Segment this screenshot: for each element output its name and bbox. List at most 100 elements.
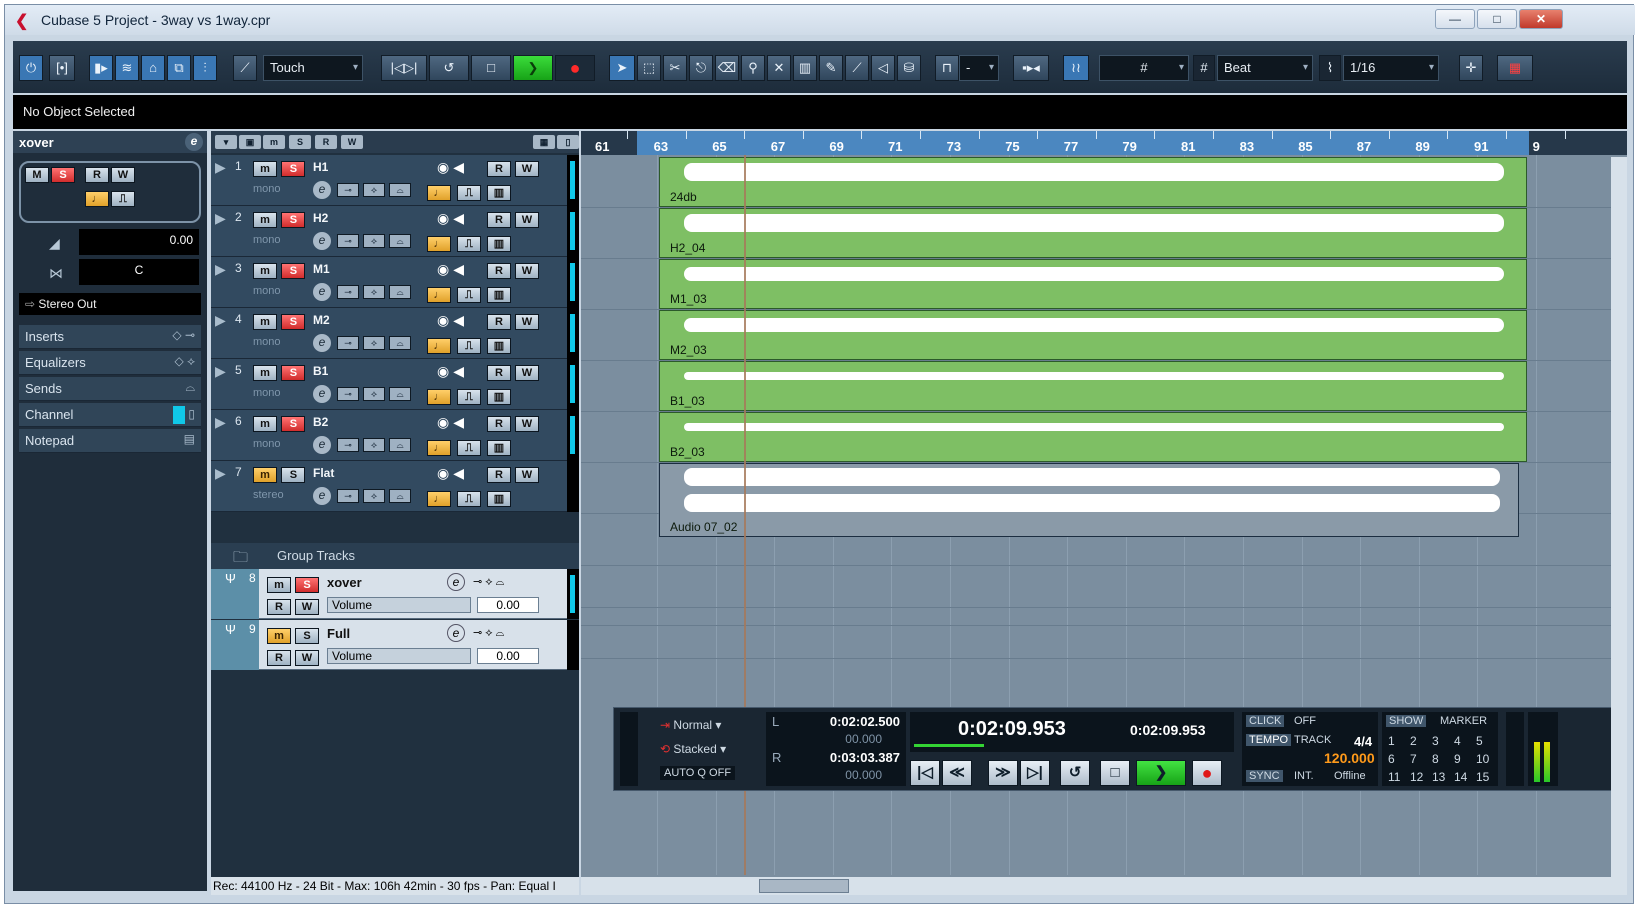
audio-event[interactable]: B2_03 [659, 412, 1527, 462]
lanes-button[interactable]: ▥ [487, 491, 511, 507]
track-read-button[interactable]: R [487, 416, 511, 432]
track-mute-button[interactable]: m [253, 314, 277, 330]
zoom-tool[interactable]: ⚲ [741, 55, 765, 81]
group-bypass-icons[interactable]: ⊸ ⟡ ⌓ [473, 575, 504, 589]
bypass-eq-icon[interactable]: ⟡ [363, 438, 385, 452]
bypass-inserts-icon[interactable]: ⊸ [337, 489, 359, 503]
group-mute-button[interactable]: m [267, 628, 291, 644]
track-read-button[interactable]: R [487, 314, 511, 330]
monitor-record-icons[interactable]: ◉◀ [437, 159, 468, 176]
record-mode-select[interactable]: ⟲ Stacked ▾ [660, 742, 726, 756]
track-list-scroll-icon[interactable]: ▯ [557, 135, 579, 149]
lanes-button[interactable]: ▥ [487, 338, 511, 354]
minimize-button[interactable]: — [1435, 9, 1475, 29]
audio-event[interactable]: Audio 07_02 [659, 463, 1519, 537]
track-read-button[interactable]: R [487, 161, 511, 177]
bypass-icon[interactable]: ◇ ⊸ [172, 328, 195, 342]
transport-cycle-button[interactable]: ↺ [1060, 760, 1090, 786]
track-colors-icon[interactable]: ▦ [533, 135, 555, 149]
track-write-button[interactable]: W [515, 161, 539, 177]
bypass-sends-icon[interactable]: ⌓ [389, 336, 411, 350]
record-button[interactable]: ● [555, 55, 595, 81]
group-edit-button[interactable]: e [447, 624, 465, 642]
global-write-button[interactable]: W [341, 135, 363, 149]
primary-time[interactable]: 0:02:09.953 [958, 718, 1066, 741]
time-warp-tool[interactable]: ▥ [793, 55, 817, 81]
global-read-button[interactable]: R [315, 135, 337, 149]
track-read-button[interactable]: R [487, 263, 511, 279]
bypass-sends-icon[interactable]: ⌓ [389, 234, 411, 248]
bypass-sends-icon[interactable]: ⌓ [389, 438, 411, 452]
grid-type-select[interactable]: # [1099, 55, 1189, 81]
vertical-scrollbar[interactable] [1611, 157, 1627, 877]
bypass-eq-icon[interactable]: ⟡ [363, 489, 385, 503]
track-solo-button[interactable]: S [281, 467, 306, 483]
track-lock-button[interactable]: ⎍ [457, 389, 481, 405]
inspector-section-notepad[interactable]: Notepad ▤ [19, 429, 201, 453]
inspector-section-inserts[interactable]: Inserts ◇ ⊸ [19, 325, 201, 349]
musical-timebase-button[interactable]: ♩ [427, 236, 451, 252]
bypass-inserts-icon[interactable]: ⊸ [337, 438, 359, 452]
bypass-inserts-icon[interactable]: ⊸ [337, 387, 359, 401]
left-locator-time[interactable]: 0:02:02.500 [830, 714, 900, 729]
track-name[interactable]: Flat [313, 466, 334, 480]
inspector-solo-button[interactable]: S [51, 167, 75, 183]
quantize-icon-button[interactable]: ⌇ [1319, 55, 1341, 81]
position-slider[interactable] [914, 744, 984, 747]
track-edit-button[interactable]: e [313, 181, 331, 199]
track-write-button[interactable]: W [515, 467, 539, 483]
marker-button[interactable]: 3 [1432, 734, 1439, 748]
transport-stop-button[interactable]: □ [1100, 760, 1130, 786]
musical-timebase-button[interactable]: ♩ [427, 491, 451, 507]
track-solo-button[interactable]: S [281, 314, 306, 330]
group-track-row[interactable]: 8 Ψ m S xover R W e ⊸ ⟡ ⌓ Volume 0.00 [211, 569, 579, 619]
inspector-write-button[interactable]: W [111, 167, 135, 183]
inspector-pan[interactable]: C [79, 259, 199, 285]
marker-button[interactable]: 9 [1454, 752, 1461, 766]
audio-event[interactable]: M1_03 [659, 259, 1527, 309]
group-track-name[interactable]: xover [327, 575, 362, 590]
inspector-volume[interactable]: 0.00 [79, 229, 199, 255]
track-row[interactable]: ▶ 1 m S H1 mono e ⊸ ⟡ ⌓ ◉◀ R W ♩ ⎍ ▥ [211, 155, 579, 206]
track-lock-button[interactable]: ⎍ [457, 236, 481, 252]
track-lock-button[interactable]: ⎍ [457, 287, 481, 303]
inspector-lock-button[interactable]: ⎍ [111, 191, 135, 207]
time-signature[interactable]: 4/4 [1354, 734, 1372, 749]
ruler[interactable]: 61 63 65 67 69 71 73 75 77 79 81 83 85 87 89 91 9 [581, 131, 1627, 155]
nudge-select[interactable]: - [959, 55, 999, 81]
monitor-record-icons[interactable]: ◉◀ [437, 312, 468, 329]
bypass-eq-icon[interactable]: ⟡ [363, 285, 385, 299]
monitor-record-icons[interactable]: ◉◀ [437, 210, 468, 227]
bypass-eq-icon[interactable]: ⟡ [363, 234, 385, 248]
marker-button[interactable]: 1 [1388, 734, 1395, 748]
split-tool[interactable]: ✂ [663, 55, 687, 81]
maximize-button[interactable]: □ [1477, 9, 1517, 29]
snap-zero-crossing-button[interactable]: ≀≀ [1063, 55, 1089, 81]
audio-event[interactable]: M2_03 [659, 310, 1527, 360]
inspector-read-button[interactable]: R [85, 167, 109, 183]
play-tool[interactable]: ◁ [871, 55, 895, 81]
tempo-value[interactable]: 120.000 [1324, 750, 1375, 766]
group-bypass-icons[interactable]: ⊸ ⟡ ⌓ [473, 626, 504, 640]
track-row[interactable]: ▶ 2 m S H2 mono e ⊸ ⟡ ⌓ ◉◀ R W ♩ ⎍ ▥ [211, 206, 579, 257]
track-solo-button[interactable]: S [281, 263, 306, 279]
color-select-button[interactable]: ▦ [1497, 55, 1533, 81]
expand-track-icon[interactable]: ▶ [215, 312, 226, 329]
marker-button[interactable]: 14 [1454, 770, 1467, 784]
bypass-inserts-icon[interactable]: ⊸ [337, 234, 359, 248]
range-tool[interactable]: ⬚ [637, 55, 661, 81]
lanes-button[interactable]: ▥ [487, 287, 511, 303]
track-write-button[interactable]: W [515, 212, 539, 228]
bypass-eq-icon[interactable]: ⟡ [363, 183, 385, 197]
right-offset[interactable]: 00.000 [845, 768, 882, 782]
track-edit-button[interactable]: e [313, 283, 331, 301]
track-row[interactable]: ▶ 4 m S M2 mono e ⊸ ⟡ ⌓ ◉◀ R W ♩ ⎍ ▥ [211, 308, 579, 359]
cycle-button[interactable]: ↺ [429, 55, 469, 81]
mute-tool[interactable]: ✕ [767, 55, 791, 81]
group-edit-button[interactable]: e [447, 573, 465, 591]
show-markers-button[interactable]: SHOW [1386, 715, 1427, 727]
group-write-button[interactable]: W [295, 599, 319, 615]
track-name[interactable]: H1 [313, 160, 328, 174]
marker-button[interactable]: 7 [1410, 752, 1417, 766]
bypass-inserts-icon[interactable]: ⊸ [337, 285, 359, 299]
